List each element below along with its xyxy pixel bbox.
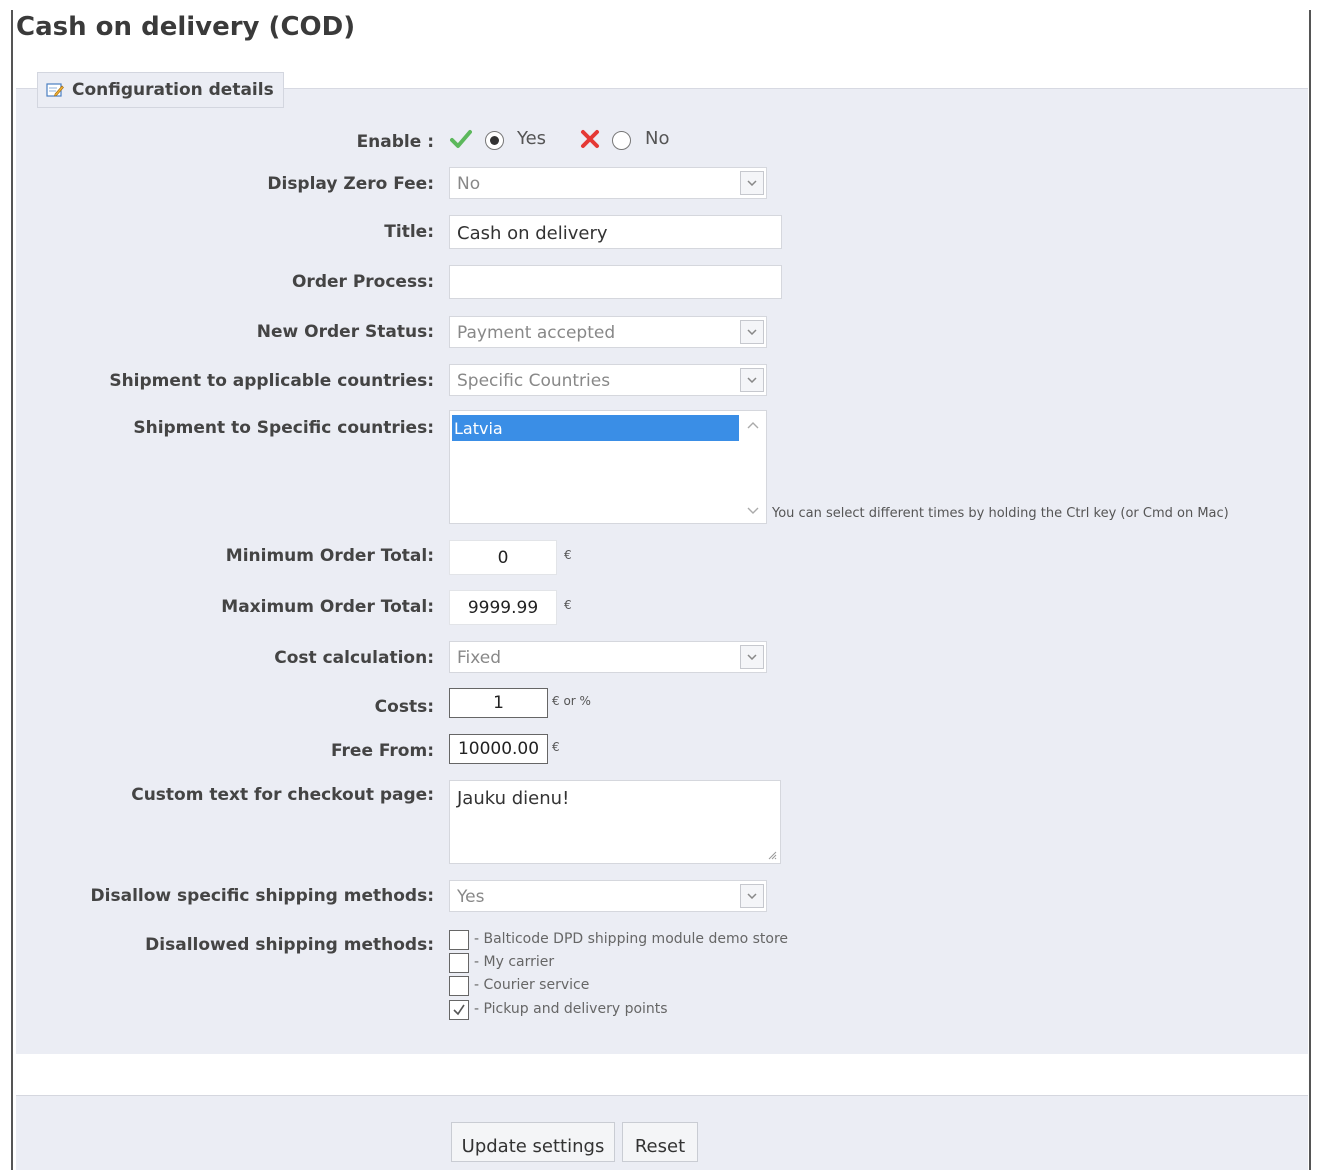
new-order-status-select[interactable]: Payment accepted (449, 316, 767, 348)
display-zero-fee-select[interactable]: No (449, 167, 767, 199)
order-process-label: Order Process: (291, 272, 434, 292)
new-order-status-label: New Order Status: (256, 322, 434, 342)
custom-text-label: Custom text for checkout page: (131, 785, 434, 805)
free-from-unit: € (552, 740, 560, 754)
disallow-specific-label: Disallow specific shipping methods: (90, 886, 434, 906)
chevron-down-icon (740, 320, 764, 344)
costs-unit: € or % (552, 694, 591, 708)
checkmark-icon (453, 1004, 465, 1016)
order-process-input[interactable] (449, 265, 782, 299)
maximum-order-total-unit: € (564, 598, 572, 612)
cost-calculation-label: Cost calculation: (274, 648, 434, 668)
shipping-method-checkbox[interactable] (449, 1000, 469, 1020)
enable-yes-label: Yes (517, 128, 547, 149)
disallowed-methods-label: Disallowed shipping methods: (145, 935, 434, 955)
costs-input[interactable]: 1 (449, 688, 548, 718)
configuration-legend: Configuration details (37, 72, 284, 108)
radio-selected-dot (490, 136, 499, 145)
chevron-down-icon (740, 171, 764, 195)
cost-calculation-value: Fixed (457, 648, 502, 668)
scroll-up-icon[interactable] (746, 419, 760, 431)
shipment-applicable-select[interactable]: Specific Countries (449, 364, 767, 396)
shipping-method-label: - Pickup and delivery points (474, 1001, 668, 1017)
shipping-method-label: - Courier service (474, 977, 590, 993)
disallow-specific-value: Yes (457, 887, 485, 907)
title-input[interactable]: Cash on delivery (449, 215, 782, 249)
shipping-method-label: - Balticode DPD shipping module demo sto… (474, 931, 789, 947)
shipping-method-label: - My carrier (474, 954, 555, 970)
chevron-down-icon (740, 884, 764, 908)
custom-text-textarea[interactable]: Jauku dienu! (449, 780, 781, 864)
cross-icon (581, 130, 599, 148)
reset-button[interactable]: Reset (622, 1122, 698, 1162)
multi-select-hint: You can select different times by holdin… (772, 506, 1229, 521)
edit-form-icon (46, 83, 64, 97)
chevron-down-icon (740, 368, 764, 392)
scroll-down-icon[interactable] (746, 505, 760, 517)
free-from-label: Free From: (331, 741, 434, 761)
update-settings-button[interactable]: Update settings (451, 1122, 615, 1162)
shipment-specific-label: Shipment to Specific countries: (133, 418, 434, 438)
listbox-option-latvia[interactable]: Latvia (452, 415, 739, 441)
new-order-status-value: Payment accepted (457, 323, 616, 343)
minimum-order-total-label: Minimum Order Total: (225, 546, 434, 566)
custom-text-value: Jauku dienu! (457, 788, 570, 809)
free-from-input[interactable]: 10000.00 (449, 734, 548, 764)
chevron-down-icon (740, 645, 764, 669)
title-label: Title: (384, 222, 434, 242)
maximum-order-total-label: Maximum Order Total: (221, 597, 434, 617)
disallow-specific-select[interactable]: Yes (449, 880, 767, 912)
costs-label: Costs: (374, 697, 434, 717)
maximum-order-total-input[interactable]: 9999.99 (449, 590, 557, 625)
shipping-method-checkbox[interactable] (449, 976, 469, 996)
enable-no-label: No (645, 128, 670, 149)
shipping-method-checkbox[interactable] (449, 930, 469, 950)
shipment-specific-listbox[interactable]: Latvia (449, 410, 767, 524)
minimum-order-total-input[interactable]: 0 (449, 540, 557, 575)
shipment-applicable-value: Specific Countries (457, 371, 611, 391)
resize-grip-icon[interactable] (767, 850, 777, 860)
enable-no-radio[interactable] (612, 131, 631, 150)
cost-calculation-select[interactable]: Fixed (449, 641, 767, 673)
shipping-method-checkbox[interactable] (449, 953, 469, 973)
display-zero-fee-value: No (457, 174, 481, 194)
page-title: Cash on delivery (COD) (16, 12, 356, 42)
minimum-order-total-unit: € (564, 548, 572, 562)
shipment-applicable-label: Shipment to applicable countries: (109, 371, 434, 391)
enable-yes-radio[interactable] (485, 131, 504, 150)
legend-title: Configuration details (72, 80, 274, 100)
check-icon (450, 130, 472, 148)
enable-label: Enable : (356, 132, 434, 152)
display-zero-fee-label: Display Zero Fee: (267, 174, 434, 194)
